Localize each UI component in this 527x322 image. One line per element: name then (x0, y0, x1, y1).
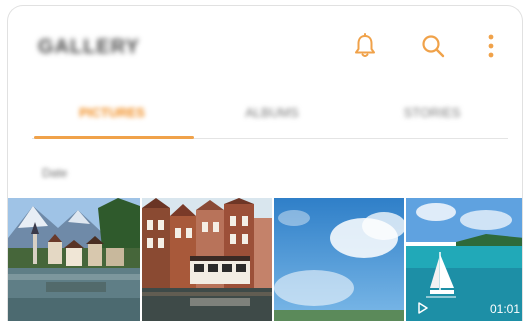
app-title: GALLERY (38, 36, 140, 58)
tab-bar: PICTURES ALBUMS STORIES (32, 90, 508, 140)
tab-albums[interactable]: ALBUMS (192, 90, 352, 134)
notification-bell-icon (355, 33, 375, 57)
more-options-button[interactable] (471, 26, 511, 66)
video-duration: 01:01 (489, 302, 520, 316)
tab-stories[interactable]: STORIES (352, 90, 512, 134)
thumbnail-lake-village[interactable] (8, 198, 140, 321)
notification-button[interactable] (345, 26, 385, 66)
date-section-label: Date (42, 166, 68, 180)
thumbnail-canal-houses[interactable] (142, 198, 272, 321)
search-icon (422, 35, 445, 58)
thumbnail-grid: 01:01 (8, 198, 522, 321)
sky-clouds-photo (274, 198, 404, 321)
thumbnail-sailboat-video[interactable]: 01:01 (406, 198, 522, 321)
canal-houses-photo (142, 198, 272, 321)
search-button[interactable] (413, 26, 453, 66)
app-header: GALLERY (8, 6, 522, 96)
gallery-app-window: GALLERY PICTURES ALBUMS STORIES Date 01:… (7, 5, 523, 321)
lake-village-photo (8, 198, 140, 321)
thumbnail-sky-clouds[interactable] (274, 198, 404, 321)
tab-pictures[interactable]: PICTURES (32, 90, 192, 134)
more-options-icon (488, 34, 494, 58)
active-tab-indicator (34, 136, 194, 139)
play-icon (418, 302, 428, 314)
